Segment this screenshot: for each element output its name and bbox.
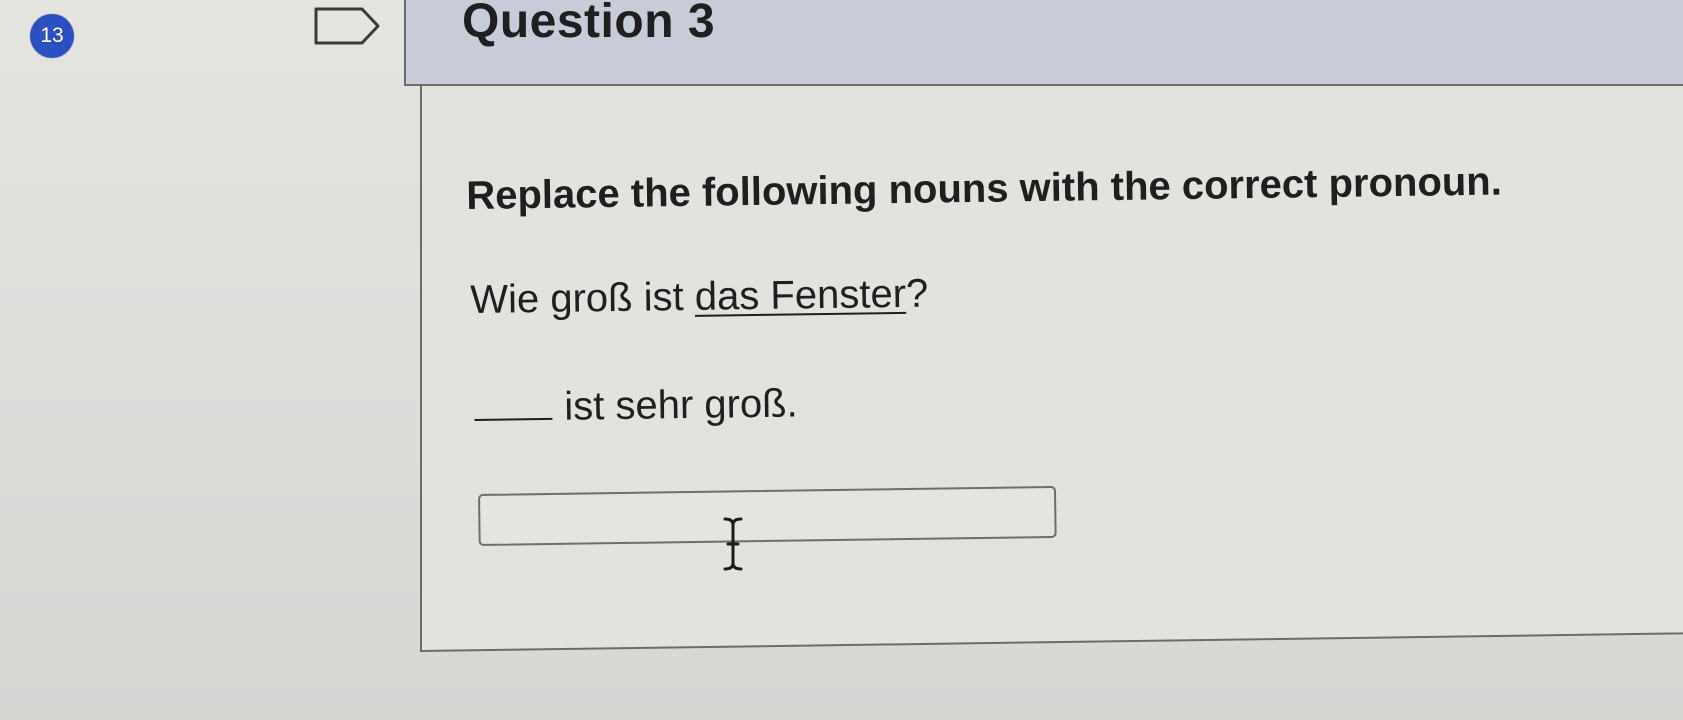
flag-outline-icon[interactable] xyxy=(314,6,380,46)
prompt-underlined-noun: das Fenster xyxy=(694,271,907,319)
answer-blank xyxy=(474,416,553,421)
sentence-text: ist sehr groß. xyxy=(563,381,798,429)
question-number-badge[interactable]: 13 xyxy=(30,14,74,58)
question-title: Question 3 xyxy=(462,0,716,48)
text-cursor-icon xyxy=(723,517,743,571)
question-number-label: 13 xyxy=(40,24,64,47)
answer-input[interactable] xyxy=(478,485,1057,546)
prompt-text: Wie groß ist xyxy=(470,274,696,322)
question-card: Question 3 xyxy=(404,0,1683,652)
question-header: Question 3 xyxy=(404,0,1683,86)
question-prompt: Wie groß ist das Fenster? xyxy=(470,272,929,323)
question-body xyxy=(420,58,1683,652)
fill-in-sentence: ist sehr groß. xyxy=(474,381,798,431)
prompt-question-mark: ? xyxy=(905,271,929,316)
